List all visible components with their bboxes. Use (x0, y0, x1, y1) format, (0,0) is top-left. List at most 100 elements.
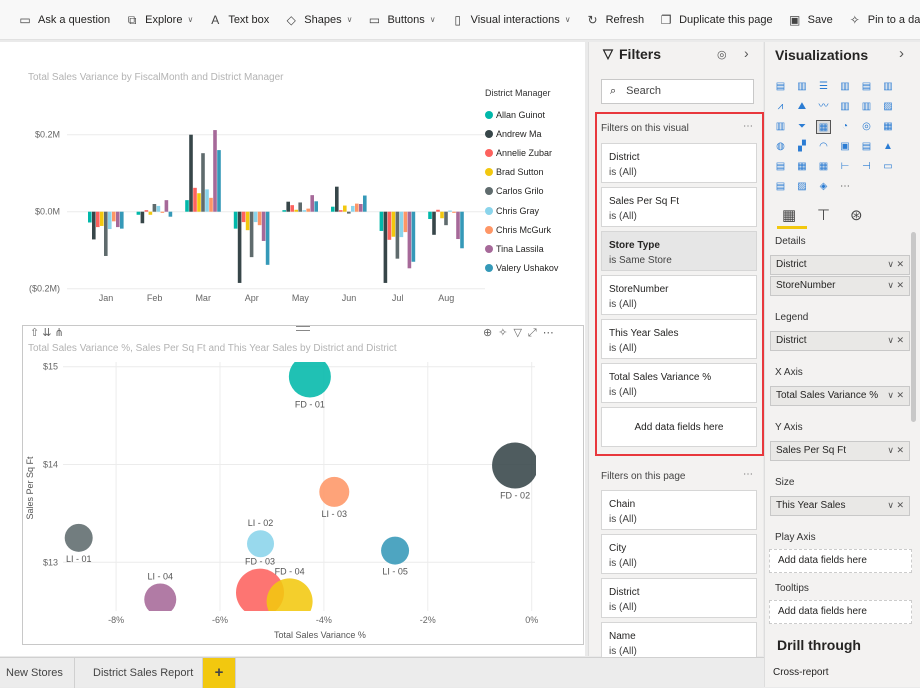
decomposition-tree-icon[interactable]: ⊣ (859, 160, 874, 174)
more-visuals-icon[interactable]: ⋯ (838, 180, 853, 194)
bubble[interactable] (266, 578, 313, 624)
filter-search-input[interactable]: ⌕ Search (601, 79, 754, 104)
add-data-fields-dropzone[interactable]: Add data fields here (601, 407, 757, 447)
add-data-fields-dropzone[interactable]: Add data fields here (769, 600, 912, 624)
100-column-icon[interactable]: ▥ (881, 80, 896, 94)
stacked-bar-icon[interactable]: ▤ (773, 80, 788, 94)
remove-x-icon[interactable]: ✕ (896, 259, 904, 269)
filter-card[interactable]: StoreNumber is (All) (601, 275, 757, 315)
clustered-bar-icon[interactable]: ☰ (816, 80, 831, 94)
ribbon-chart-icon[interactable]: ▨ (881, 100, 896, 114)
more-options-icon[interactable]: ⋯ (743, 121, 753, 132)
filter-card[interactable]: Sales Per Sq Ft is (All) (601, 187, 757, 227)
donut-chart-icon[interactable]: ◎ (859, 120, 874, 134)
bubble[interactable] (288, 355, 331, 398)
kpi-icon[interactable]: ▲ (881, 140, 896, 154)
scatter-chart[interactable]: $13 $14 $15 -8% -6% -4% -2% 0% Total Sales Varia… (0, 0, 585, 656)
data-label: FD - 02 (500, 490, 530, 500)
filter-card[interactable]: District is (All) (601, 578, 757, 618)
area-chart-icon[interactable]: ⛰ (795, 100, 810, 114)
key-influencers-icon[interactable]: ⊢ (838, 160, 853, 174)
card-icon[interactable]: ▣ (838, 140, 853, 154)
field-pill[interactable]: District ∨ ✕ (770, 331, 910, 351)
add-data-fields-dropzone[interactable]: Add data fields here (769, 549, 912, 573)
fields-tab-icon[interactable]: ▦ (782, 206, 796, 224)
filled-map-icon[interactable]: ▞ (795, 140, 810, 154)
data-label: LI - 02 (248, 518, 274, 528)
stacked-column-icon[interactable]: ▥ (795, 80, 810, 94)
toolbar-label: Pin to a dashbo (867, 13, 920, 26)
field-pill[interactable]: Sales Per Sq Ft ∨ ✕ (770, 441, 910, 461)
filter-card[interactable]: District is (All) (601, 143, 757, 183)
eye-icon[interactable]: ◎ (717, 48, 727, 61)
toolbar-label: Refresh (605, 13, 645, 26)
x-axis-title: Total Sales Variance % (274, 630, 366, 640)
filter-card[interactable]: Name is (All) (601, 622, 757, 662)
tab-new-stores[interactable]: New Stores (0, 658, 75, 688)
filter-card[interactable]: Total Sales Variance % is (All) (601, 363, 757, 403)
bubble[interactable] (492, 442, 538, 489)
toolbar-refresh-button[interactable]: ↻ Refresh (586, 14, 645, 26)
field-pill[interactable]: District ∨ ✕ (770, 255, 910, 275)
add-page-button[interactable]: + (203, 658, 236, 688)
well-label: Legend (775, 312, 809, 323)
bubble[interactable] (64, 523, 93, 552)
filter-card[interactable]: Store Type is Same Store (601, 231, 757, 271)
toolbar-pin-to-a-dashbo-button[interactable]: ✧ Pin to a dashbo (848, 14, 920, 26)
gauge-icon[interactable]: ◠ (816, 140, 831, 154)
analytics-magnifier-icon[interactable]: ⊛ (850, 206, 863, 224)
toolbar-save-button[interactable]: ▣ Save (788, 14, 833, 26)
line-clustered-icon[interactable]: ▥ (859, 100, 874, 114)
field-pill[interactable]: Total Sales Variance % ∨ ✕ (770, 386, 910, 406)
toolbar-duplicate-this-page-button[interactable]: ❐ Duplicate this page (659, 14, 773, 26)
stacked-area-icon[interactable]: 〰 (816, 100, 831, 114)
remove-x-icon[interactable]: ✕ (896, 390, 904, 400)
x-tick-label: -2% (420, 615, 436, 625)
filter-value: is (All) (609, 299, 637, 310)
filter-card[interactable]: This Year Sales is (All) (601, 319, 757, 359)
treemap-icon[interactable]: ▦ (881, 120, 896, 134)
scrollbar[interactable] (911, 232, 916, 422)
field-controls: ∨ ✕ (887, 259, 904, 271)
100-bar-icon[interactable]: ▤ (859, 80, 874, 94)
filters-title: Filters (619, 46, 662, 62)
funnel-icon[interactable]: ⏷ (795, 120, 810, 134)
filter-card[interactable]: Chain is (All) (601, 490, 757, 530)
format-paint-roller-icon[interactable]: ⊤ (817, 206, 830, 224)
bubble[interactable] (319, 476, 350, 507)
pin-icon: ✧ (849, 12, 860, 27)
bubble[interactable] (381, 536, 410, 565)
line-column-icon[interactable]: ▥ (838, 100, 853, 114)
map-icon[interactable]: ◍ (773, 140, 788, 154)
more-options-icon[interactable]: ⋯ (743, 469, 753, 480)
power-apps-icon[interactable]: ▨ (795, 180, 810, 194)
paginated-icon[interactable]: ▤ (773, 180, 788, 194)
multirow-card-icon[interactable]: ▤ (859, 140, 874, 154)
qa-icon[interactable]: ▭ (881, 160, 896, 174)
remove-x-icon[interactable]: ✕ (896, 335, 904, 345)
remove-x-icon[interactable]: ✕ (896, 280, 904, 290)
filter-card[interactable]: City is (All) (601, 534, 757, 574)
collapse-chevron-icon[interactable]: › (744, 45, 749, 61)
bubble[interactable] (247, 530, 275, 558)
toolbar-label: Duplicate this page (679, 13, 773, 26)
field-pill[interactable]: This Year Sales ∨ ✕ (770, 496, 910, 516)
bubble[interactable] (144, 583, 177, 615)
slicer-icon[interactable]: ▤ (773, 160, 788, 174)
tab-district-sales-report[interactable]: District Sales Report (75, 658, 203, 688)
waterfall-icon[interactable]: ▥ (773, 120, 788, 134)
line-chart-icon[interactable]: ⩘ (773, 100, 788, 114)
remove-x-icon[interactable]: ✕ (896, 445, 904, 455)
matrix-icon[interactable]: ▦ (816, 160, 831, 174)
scatter-icon[interactable]: ▦ (816, 120, 831, 134)
filter-name: Total Sales Variance % (609, 372, 712, 383)
table-icon[interactable]: ▦ (795, 160, 810, 174)
collapse-chevron-icon[interactable]: › (899, 45, 904, 62)
clustered-column-icon[interactable]: ▥ (838, 80, 853, 94)
custom-visual-icon[interactable]: ◈ (816, 180, 831, 194)
remove-x-icon[interactable]: ✕ (896, 500, 904, 510)
search-placeholder: Search (626, 85, 662, 97)
pie-chart-icon[interactable]: ◔ (838, 120, 853, 134)
field-pill[interactable]: StoreNumber ∨ ✕ (770, 276, 910, 296)
data-label: FD - 03 (245, 557, 275, 567)
